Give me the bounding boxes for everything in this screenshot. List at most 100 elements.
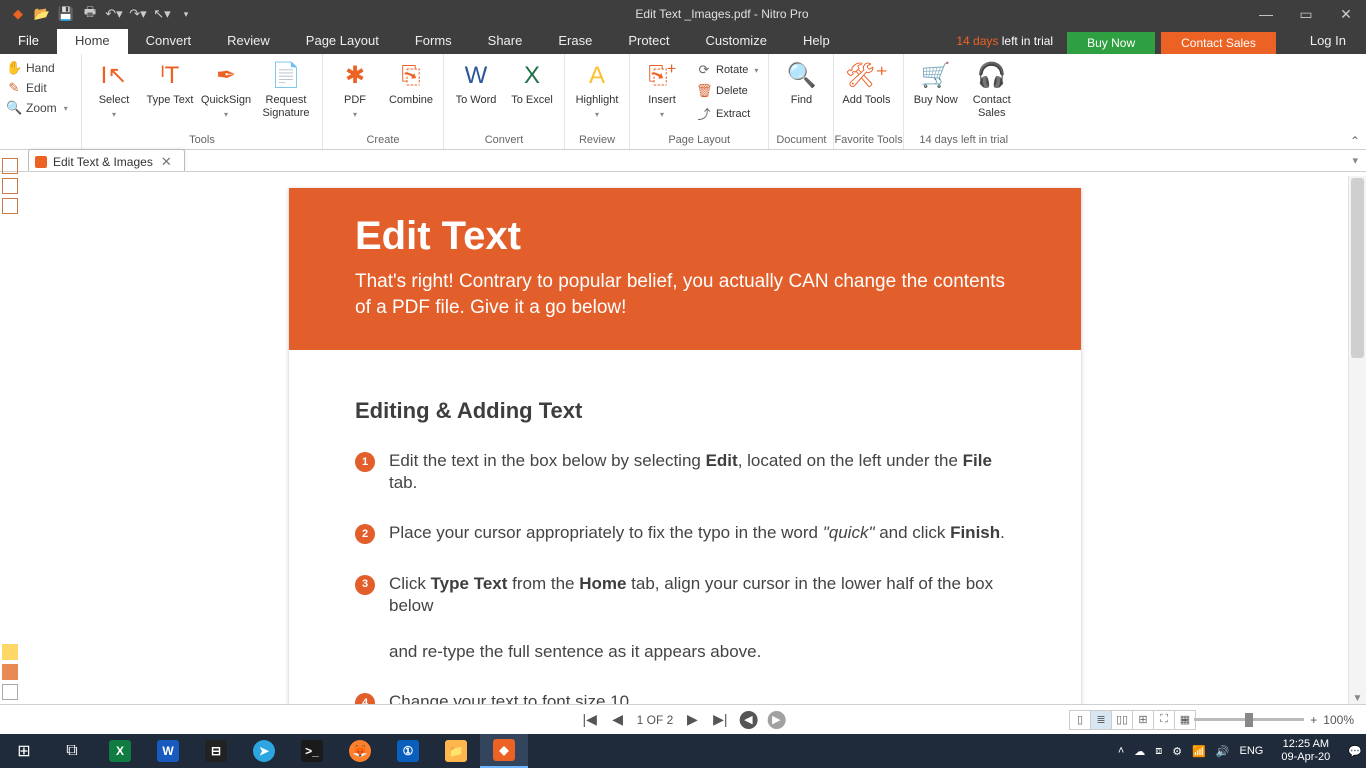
telegram-app[interactable]: ➤ bbox=[240, 734, 288, 768]
nav-back-button[interactable]: ◀ bbox=[739, 711, 757, 729]
to-word-button[interactable]: WTo Word bbox=[448, 58, 504, 107]
qat-more-icon[interactable]: ▾ bbox=[174, 2, 198, 26]
buy-now-button[interactable]: Buy Now bbox=[1067, 32, 1155, 54]
next-page-button[interactable]: ▶ bbox=[683, 711, 701, 728]
view-facing-cont-button[interactable]: ⊞ bbox=[1132, 710, 1154, 730]
excel-app[interactable]: X bbox=[96, 734, 144, 768]
tab-protect[interactable]: Protect bbox=[610, 29, 687, 54]
firefox-app[interactable]: 🦊 bbox=[336, 734, 384, 768]
doc-tab-menu[interactable]: ▾ bbox=[1352, 154, 1358, 167]
action-center-icon[interactable]: 💬 bbox=[1348, 745, 1362, 758]
bullet-2: 2 bbox=[355, 524, 375, 544]
tab-forms[interactable]: Forms bbox=[397, 29, 470, 54]
tab-file[interactable]: File bbox=[0, 29, 57, 54]
wifi-icon[interactable]: ⚙ bbox=[1172, 745, 1182, 758]
attachments-panel-icon[interactable] bbox=[2, 198, 18, 214]
contact-sales-button[interactable]: Contact Sales bbox=[1161, 32, 1276, 54]
tray-overflow-icon[interactable]: ˄ bbox=[1118, 745, 1124, 757]
pdf-button[interactable]: ✱PDF▾ bbox=[327, 58, 383, 119]
contact-sales-ribbon-button[interactable]: 🎧Contact Sales bbox=[964, 58, 1020, 119]
combine-button[interactable]: ⎘Combine bbox=[383, 58, 439, 107]
tab-customize[interactable]: Customize bbox=[688, 29, 785, 54]
comments-panel-icon[interactable] bbox=[2, 644, 18, 660]
close-button[interactable]: ✕ bbox=[1326, 6, 1366, 23]
find-button[interactable]: 🔍Find bbox=[773, 58, 829, 107]
request-signature-button[interactable]: 📄Request Signature bbox=[254, 58, 318, 119]
scroll-thumb[interactable] bbox=[1351, 178, 1364, 358]
zoom-handle[interactable] bbox=[1245, 713, 1253, 727]
save-icon[interactable]: 💾 bbox=[54, 2, 78, 26]
group-trial: 🛒Buy Now 🎧Contact Sales 14 days left in … bbox=[904, 54, 1024, 149]
onedrive-icon[interactable]: ☁ bbox=[1134, 745, 1145, 758]
vertical-scrollbar[interactable]: ▲ ▼ bbox=[1348, 176, 1366, 704]
view-fullscreen-button[interactable]: ⛶ bbox=[1153, 710, 1175, 730]
extract-button[interactable]: ⤴Extract bbox=[694, 102, 760, 125]
rotate-button[interactable]: ⟳Rotate▾ bbox=[694, 60, 760, 80]
volume-icon[interactable]: 🔊 bbox=[1216, 745, 1230, 758]
redo-icon[interactable]: ↷▾ bbox=[126, 2, 150, 26]
highlight-button[interactable]: AHighlight▾ bbox=[569, 58, 625, 119]
zoom-slider[interactable] bbox=[1194, 718, 1304, 721]
cursor-icon[interactable]: ↖▾ bbox=[150, 2, 174, 26]
zoom-in-button[interactable]: + bbox=[1310, 713, 1317, 727]
task-view-button[interactable]: ⧉ bbox=[48, 734, 96, 768]
explorer-app[interactable]: 📁 bbox=[432, 734, 480, 768]
view-facing-button[interactable]: ▯▯ bbox=[1111, 710, 1133, 730]
login-button[interactable]: Log In bbox=[1290, 29, 1366, 54]
type-text-button[interactable]: ᴵTType Text bbox=[142, 58, 198, 107]
document-viewport[interactable]: Edit Text That's right! Contrary to popu… bbox=[22, 176, 1348, 704]
language-indicator[interactable]: ENG bbox=[1240, 745, 1264, 757]
maximize-button[interactable]: ▭ bbox=[1286, 6, 1326, 23]
open-icon[interactable]: 📂 bbox=[30, 2, 54, 26]
zoom-tool[interactable]: 🔍Zoom▾ bbox=[6, 98, 75, 118]
tab-convert[interactable]: Convert bbox=[128, 29, 210, 54]
dropbox-icon[interactable]: ⧈ bbox=[1155, 745, 1162, 758]
word-app[interactable]: W bbox=[144, 734, 192, 768]
undo-icon[interactable]: ↶▾ bbox=[102, 2, 126, 26]
clock[interactable]: 12:25 AM09-Apr-20 bbox=[1273, 738, 1338, 763]
hand-tool[interactable]: ✋Hand bbox=[6, 58, 75, 78]
step-2: 2 Place your cursor appropriately to fix… bbox=[355, 522, 1015, 544]
select-button[interactable]: I↖Select▾ bbox=[86, 58, 142, 119]
pages-panel-icon[interactable] bbox=[2, 158, 18, 174]
last-page-button[interactable]: ▶| bbox=[711, 711, 729, 728]
delete-button[interactable]: 🗑Delete bbox=[694, 81, 760, 101]
scroll-down-arrow[interactable]: ▼ bbox=[1349, 693, 1366, 704]
step-3: 3 Click Type Text from the Home tab, ali… bbox=[355, 573, 1015, 617]
terminal-app[interactable]: >_ bbox=[288, 734, 336, 768]
layers-panel-icon[interactable] bbox=[2, 684, 18, 700]
zoom-out-button[interactable]: − bbox=[1181, 713, 1188, 727]
tab-share[interactable]: Share bbox=[470, 29, 541, 54]
document-tab[interactable]: Edit Text & Images ✕ bbox=[28, 149, 185, 171]
doc-tab-close[interactable]: ✕ bbox=[159, 154, 174, 170]
tab-erase[interactable]: Erase bbox=[540, 29, 610, 54]
view-single-button[interactable]: ▯ bbox=[1069, 710, 1091, 730]
minimize-button[interactable]: — bbox=[1246, 6, 1286, 23]
insert-button[interactable]: ⎘⁺Insert▾ bbox=[634, 58, 690, 119]
tab-review[interactable]: Review bbox=[209, 29, 288, 54]
network-icon[interactable]: 📶 bbox=[1192, 745, 1206, 758]
calculator-app[interactable]: ⊟ bbox=[192, 734, 240, 768]
first-page-button[interactable]: |◀ bbox=[581, 711, 599, 728]
collapse-ribbon-button[interactable]: ⌃ bbox=[1350, 134, 1360, 148]
nav-forward-button[interactable]: ▶ bbox=[767, 711, 785, 729]
tab-page-layout[interactable]: Page Layout bbox=[288, 29, 397, 54]
print-icon[interactable]: 🖶 bbox=[78, 2, 102, 26]
quicksign-button[interactable]: ✒QuickSign▾ bbox=[198, 58, 254, 119]
section-heading: Editing & Adding Text bbox=[355, 398, 1015, 424]
edit-tool[interactable]: ✎Edit bbox=[6, 78, 75, 98]
tab-home[interactable]: Home bbox=[57, 29, 128, 54]
to-excel-button[interactable]: XTo Excel bbox=[504, 58, 560, 107]
nitro-app[interactable]: ◆ bbox=[480, 734, 528, 768]
pdf-page: Edit Text That's right! Contrary to popu… bbox=[289, 188, 1081, 704]
prev-page-button[interactable]: ◀ bbox=[609, 711, 627, 728]
tab-help[interactable]: Help bbox=[785, 29, 848, 54]
start-button[interactable]: ⊞ bbox=[0, 734, 48, 768]
buy-now-ribbon-button[interactable]: 🛒Buy Now bbox=[908, 58, 964, 107]
zoom-value: 100% bbox=[1323, 713, 1354, 727]
bookmarks-panel-icon[interactable] bbox=[2, 178, 18, 194]
view-continuous-button[interactable]: ≣ bbox=[1090, 710, 1112, 730]
onepassword-app[interactable]: ① bbox=[384, 734, 432, 768]
signatures-panel-icon[interactable] bbox=[2, 664, 18, 680]
add-tools-button[interactable]: 🛠⁺Add Tools bbox=[838, 58, 894, 107]
